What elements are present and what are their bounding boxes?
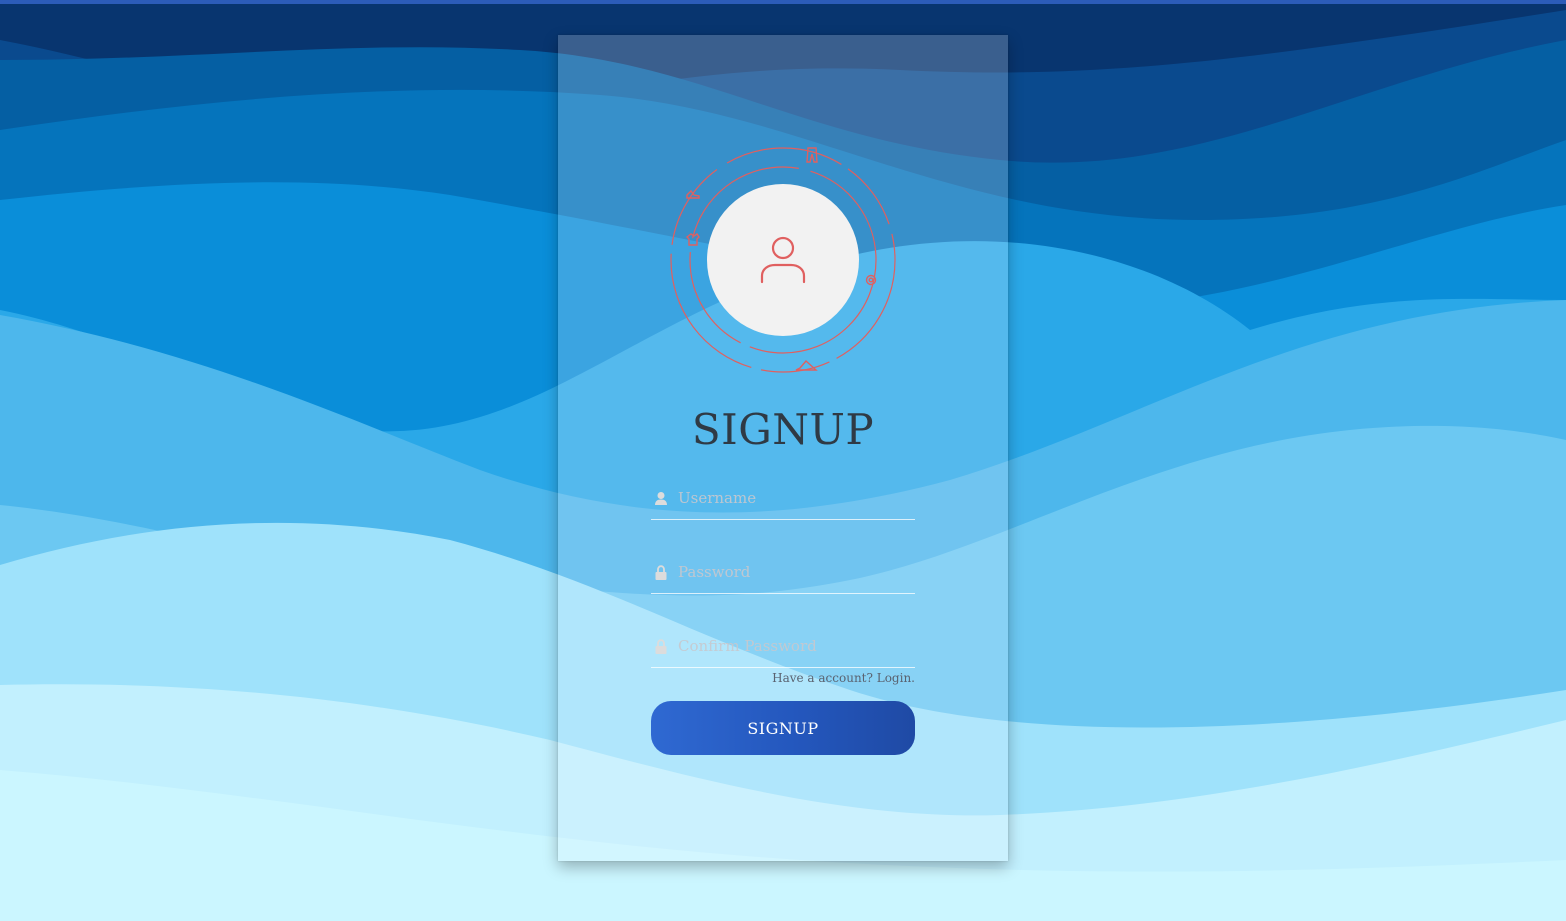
signup-card: SIGNUP Have a account? Login. SI <box>558 35 1008 861</box>
confirm-password-field[interactable] <box>651 627 915 668</box>
shoe-icon <box>686 189 700 199</box>
confirm-password-input[interactable] <box>678 633 913 659</box>
avatar-graphic <box>668 145 898 375</box>
pants-icon <box>806 147 818 163</box>
username-input[interactable] <box>678 485 913 511</box>
login-link[interactable]: Have a account? Login. <box>651 671 915 685</box>
hanger-icon <box>795 359 818 371</box>
lock-icon <box>654 639 668 655</box>
avatar-circle <box>707 184 859 336</box>
password-input[interactable] <box>678 559 913 585</box>
password-field[interactable] <box>651 553 915 594</box>
user-icon <box>654 491 668 507</box>
page-title: SIGNUP <box>691 405 875 454</box>
tshirt-icon <box>685 233 700 246</box>
username-field[interactable] <box>651 479 915 520</box>
signup-button[interactable]: SIGNUP <box>651 701 915 755</box>
lock-icon <box>654 565 668 581</box>
